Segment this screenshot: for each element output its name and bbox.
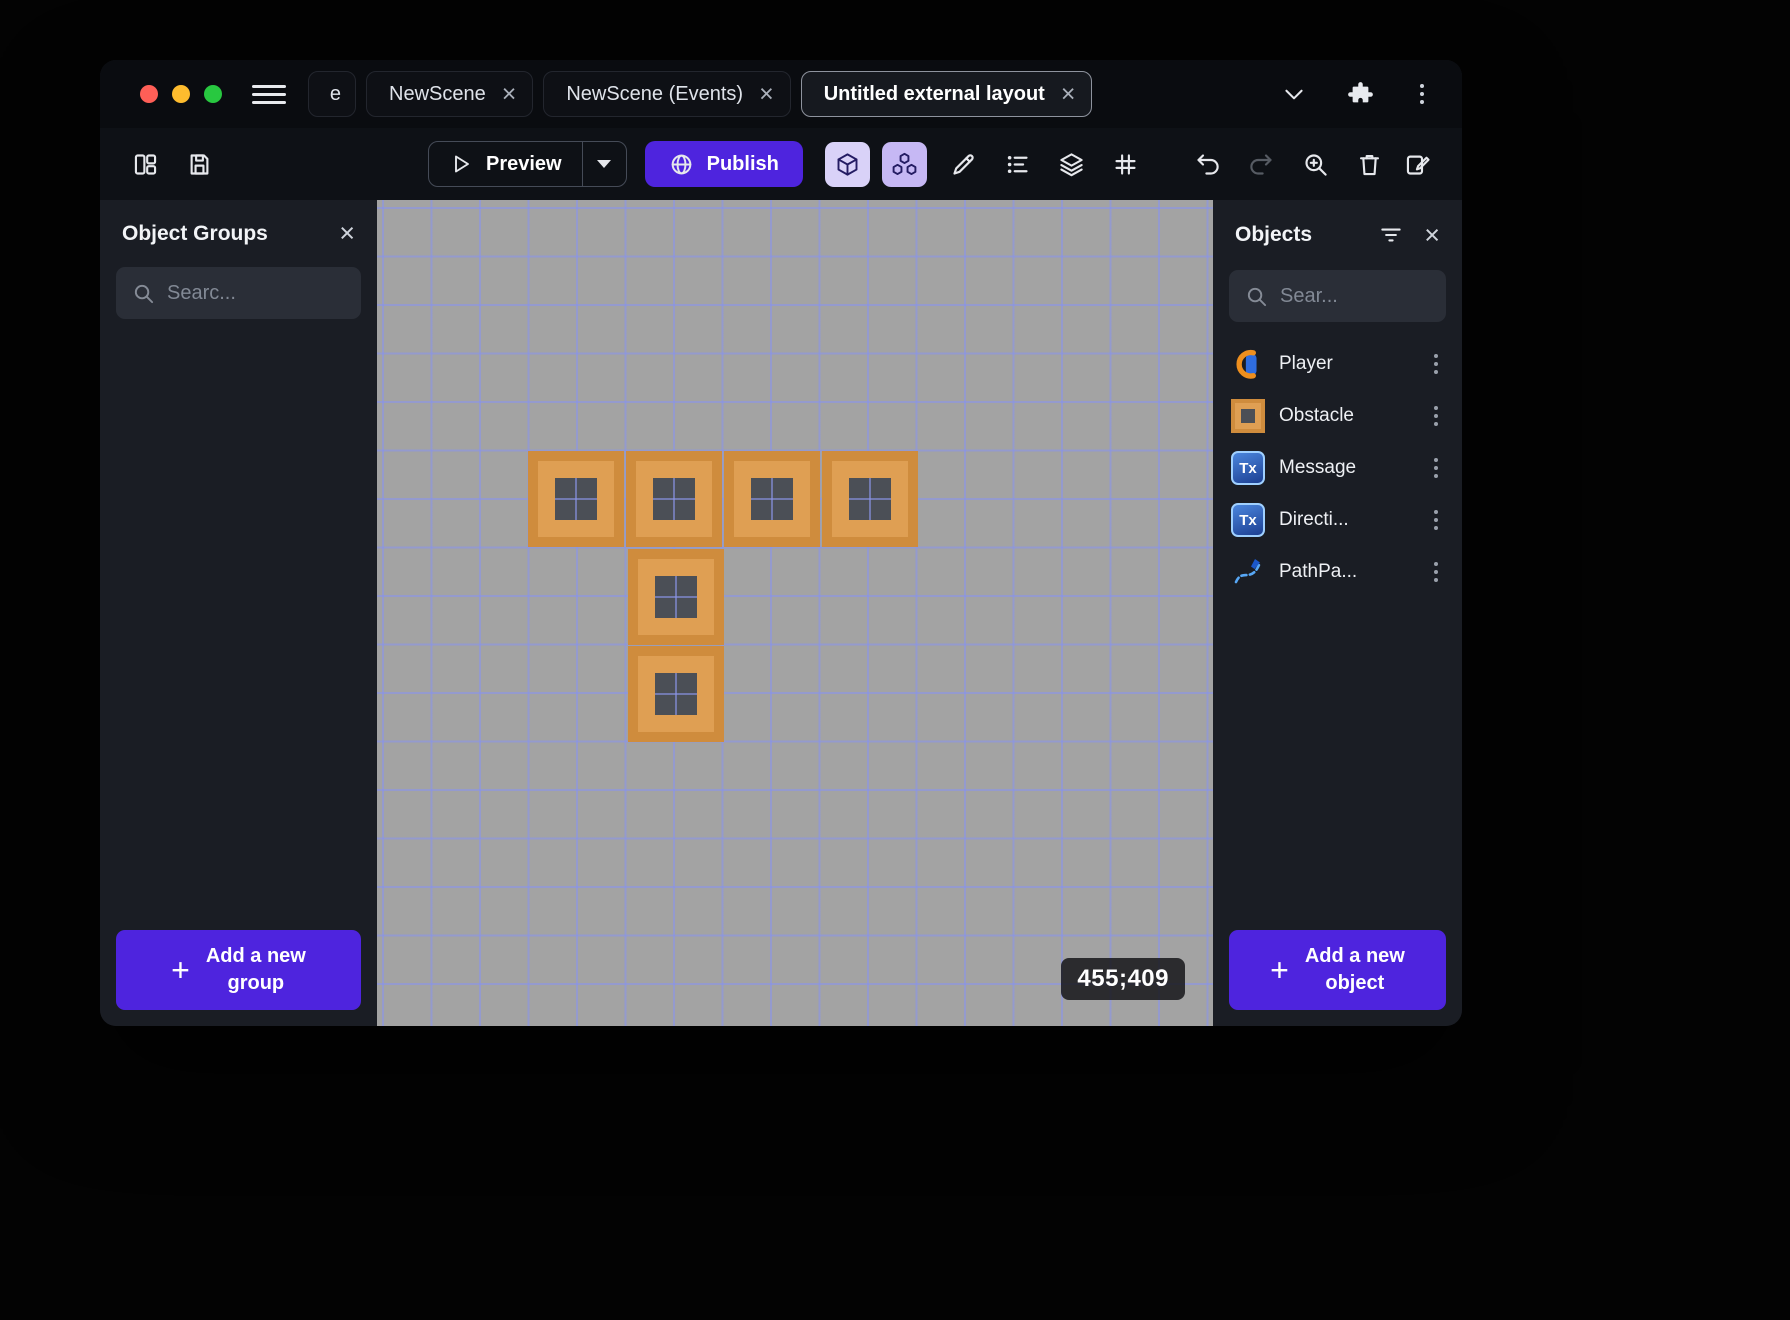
object-row-obstacle[interactable]: Obstacle [1213, 390, 1462, 442]
open-panels-layout-icon[interactable] [124, 143, 166, 185]
caret-down-icon [597, 160, 612, 168]
objects-search[interactable] [1229, 270, 1446, 322]
object-row-pathpaint[interactable]: PathPa... [1213, 546, 1462, 598]
tab-newscene[interactable]: NewScene × [366, 71, 534, 117]
extensions-puzzle-icon[interactable] [1342, 76, 1378, 112]
zoom-icon[interactable] [1295, 143, 1337, 185]
path-object-icon [1231, 555, 1265, 589]
objects-search-input[interactable] [1280, 284, 1430, 308]
close-tab-icon[interactable]: × [759, 81, 774, 107]
edit-pencil-icon[interactable] [943, 143, 985, 185]
plus-icon: + [1270, 952, 1289, 988]
close-tab-icon[interactable]: × [1061, 81, 1076, 107]
add-object-button[interactable]: + Add a new object [1229, 930, 1446, 1010]
player-icon [1231, 347, 1265, 381]
objects-editor-icon[interactable] [824, 141, 870, 187]
add-object-label-line1: Add a new [1304, 945, 1405, 967]
object-groups-panel: Object Groups × + Add a new group [100, 200, 377, 1026]
tab-untitled-external-layout[interactable]: Untitled external layout × [800, 71, 1093, 117]
objects-header: Objects × [1213, 200, 1462, 260]
preview-label: Preview [486, 152, 562, 175]
preview-dropdown-button[interactable] [581, 142, 626, 186]
object-groups-header: Object Groups × [100, 200, 377, 257]
publish-button[interactable]: Publish [644, 141, 803, 187]
object-label: Obstacle [1279, 405, 1354, 426]
undo-icon[interactable] [1187, 143, 1229, 185]
obstacle-instance[interactable] [626, 451, 722, 547]
publish-label: Publish [706, 152, 779, 175]
play-icon [455, 155, 469, 173]
object-options-icon[interactable] [1422, 348, 1450, 380]
tab-newscene-events[interactable]: NewScene (Events) × [543, 71, 791, 117]
preview-button-main[interactable]: Preview [429, 142, 582, 186]
main-content: Object Groups × + Add a new group [100, 200, 1462, 1026]
grid-icon[interactable] [1105, 143, 1147, 185]
more-options-icon[interactable] [1408, 78, 1436, 110]
obstacle-instance[interactable] [822, 451, 918, 547]
obstacle-instance[interactable] [724, 451, 820, 547]
objects-list: Player Obstacle Tx Message Tx Directi...… [1213, 338, 1462, 598]
close-window-button[interactable] [140, 85, 158, 103]
redo-icon[interactable] [1241, 143, 1283, 185]
trash-icon[interactable] [1349, 143, 1391, 185]
toolbar: Preview Publish [100, 128, 1462, 200]
instances-list-icon[interactable] [881, 141, 927, 187]
object-options-icon[interactable] [1422, 400, 1450, 432]
obstacle-icon [1231, 399, 1265, 433]
plus-icon: + [171, 952, 190, 988]
edit-scene-properties-icon[interactable] [1396, 143, 1438, 185]
chevron-down-icon[interactable] [1276, 76, 1312, 112]
main-menu-icon[interactable] [252, 77, 286, 111]
filter-icon[interactable] [1376, 220, 1406, 250]
close-tab-icon[interactable]: × [502, 81, 517, 107]
tab-bar-actions [1276, 76, 1436, 112]
window-controls [140, 85, 222, 103]
object-groups-search-input[interactable] [167, 281, 345, 305]
tab-overflow[interactable]: e [308, 71, 356, 117]
layers-icon[interactable] [1051, 143, 1093, 185]
add-object-label-line2: object [1325, 972, 1385, 994]
minimize-window-button[interactable] [172, 85, 190, 103]
tab-label: NewScene [389, 82, 486, 105]
object-options-icon[interactable] [1422, 452, 1450, 484]
objects-panel: Objects × Sear... Player Obstacle Tx Mes… [1213, 200, 1462, 1026]
obstacle-instance[interactable] [628, 549, 724, 645]
cursor-coordinates-badge: 455;409 [1061, 958, 1185, 1000]
search-icon [134, 284, 154, 303]
zoom-window-button[interactable] [204, 85, 222, 103]
close-panel-icon[interactable]: × [1424, 221, 1440, 249]
object-label: PathPa... [1279, 561, 1358, 582]
tab-label: e [329, 82, 341, 105]
object-label: Message [1279, 457, 1357, 478]
search-icon [1247, 287, 1267, 306]
add-group-label-line1: Add a new [205, 945, 306, 967]
object-row-player[interactable]: Player [1213, 338, 1462, 390]
tab-label: NewScene (Events) [566, 82, 744, 105]
object-label: Player [1279, 353, 1333, 374]
object-row-directions[interactable]: Tx Directi... [1213, 494, 1462, 546]
app-window: e NewScene × NewScene (Events) × Untitle… [100, 60, 1462, 1026]
object-groups-title: Object Groups [122, 221, 268, 245]
globe-icon [671, 154, 691, 174]
tab-bar: e NewScene × NewScene (Events) × Untitle… [100, 60, 1462, 128]
tab-label: Untitled external layout [823, 82, 1045, 105]
save-icon[interactable] [178, 143, 220, 185]
scene-canvas[interactable]: 455;409 [377, 200, 1213, 1026]
desktop-background: e NewScene × NewScene (Events) × Untitle… [0, 0, 1790, 1320]
preview-button[interactable]: Preview [428, 141, 627, 187]
object-options-icon[interactable] [1422, 556, 1450, 588]
text-object-icon: Tx [1231, 503, 1265, 537]
object-groups-search[interactable] [116, 267, 361, 319]
add-group-label-line2: group [227, 972, 285, 994]
add-group-button[interactable]: + Add a new group [116, 930, 361, 1010]
obstacle-instance[interactable] [528, 451, 624, 547]
object-row-message[interactable]: Tx Message [1213, 442, 1462, 494]
object-label: Directi... [1279, 509, 1349, 530]
text-object-icon: Tx [1231, 451, 1265, 485]
close-panel-icon[interactable]: × [339, 220, 355, 247]
object-options-icon[interactable] [1422, 504, 1450, 536]
obstacle-instance[interactable] [628, 646, 724, 742]
objects-title: Objects [1235, 223, 1313, 246]
instructions-list-icon[interactable] [997, 143, 1039, 185]
